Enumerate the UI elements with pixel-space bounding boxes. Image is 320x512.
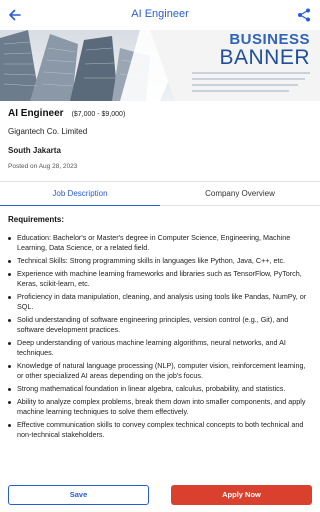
tab-company-overview[interactable]: Company Overview [160,182,320,206]
job-title-row: AI Engineer ($7,000 - $9,000) [8,108,312,119]
list-item: Strong mathematical foundation in linear… [8,384,312,394]
banner-title-line2: BANNER [219,46,310,69]
requirements-list: Education: Bachelor's or Master's degree… [8,233,312,440]
banner-placeholder-lines [192,72,310,96]
job-description-content[interactable]: Requirements: Education: Bachelor's or M… [8,215,312,477]
posted-date: Posted on Aug 28, 2023 [8,163,78,170]
company-name: Gigantech Co. Limited [8,127,88,136]
action-bar: Save Apply Now [0,480,320,512]
save-button[interactable]: Save [8,485,149,505]
tab-job-description[interactable]: Job Description [0,182,160,206]
list-item: Education: Bachelor's or Master's degree… [8,233,312,253]
requirements-heading: Requirements: [8,215,65,224]
list-item: Proficiency in data manipulation, cleani… [8,292,312,312]
share-icon[interactable] [296,7,312,23]
list-item: Knowledge of natural language processing… [8,361,312,381]
list-item: Effective communication skills to convey… [8,420,312,440]
list-item: Solid understanding of software engineer… [8,315,312,335]
job-location: South Jakarta [8,146,61,155]
tab-bar: Job Description Company Overview [0,181,320,206]
banner-text: BUSINESS BANNER [219,32,310,69]
job-title: AI Engineer [8,108,64,119]
top-app-bar: AI Engineer [0,0,320,30]
list-item: Deep understanding of various machine le… [8,338,312,358]
job-summary: AI Engineer ($7,000 - $9,000) Gigantech … [8,108,312,170]
page-title: AI Engineer [131,8,189,20]
apply-now-button[interactable]: Apply Now [171,485,312,505]
salary-range: ($7,000 - $9,000) [71,111,126,118]
list-item: Ability to analyze complex problems, bre… [8,397,312,417]
job-banner-image: BUSINESS BANNER [0,30,320,101]
list-item: Experience with machine learning framewo… [8,269,312,289]
list-item: Technical Skills: Strong programming ski… [8,256,312,266]
